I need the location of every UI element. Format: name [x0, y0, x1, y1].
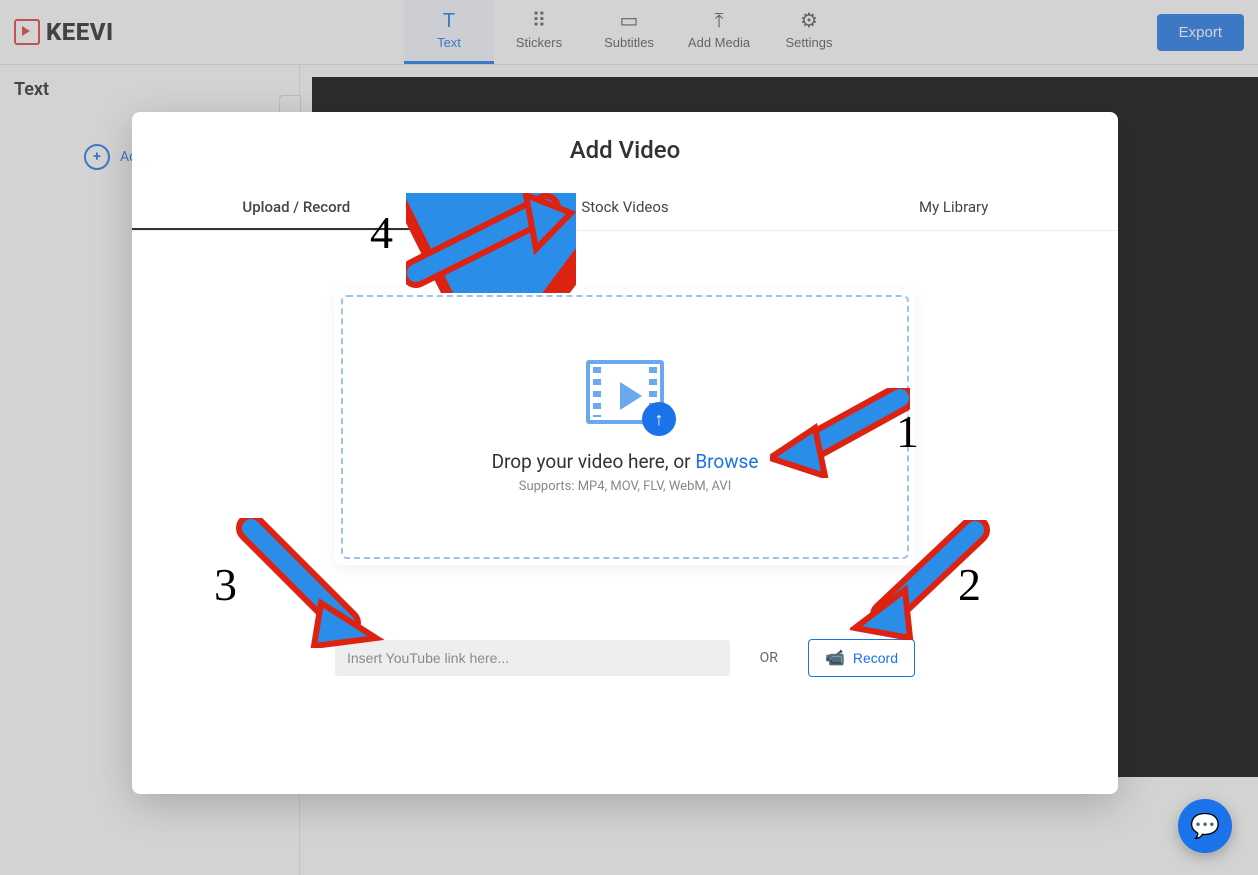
tab-my-library[interactable]: My Library	[789, 188, 1118, 230]
bottom-row: OR 📹 Record	[335, 639, 915, 677]
chat-fab[interactable]: 💬	[1178, 799, 1232, 853]
arrow-icon	[770, 388, 910, 478]
modal-title: Add Video	[132, 136, 1118, 164]
camera-icon: 📹	[825, 648, 845, 668]
youtube-link-input[interactable]	[335, 640, 730, 676]
drop-text: Drop your video here, or Browse	[492, 450, 759, 473]
arrow-icon	[406, 193, 576, 293]
modal-tabs: Upload / Record Stock Videos My Library	[132, 188, 1118, 231]
record-button[interactable]: 📹 Record	[808, 639, 915, 677]
or-label: OR	[760, 650, 778, 666]
arrow-icon	[236, 518, 386, 648]
record-label: Record	[853, 650, 898, 666]
supports-text: Supports: MP4, MOV, FLV, WebM, AVI	[519, 479, 732, 494]
arrow-icon	[850, 520, 990, 640]
upload-arrow-icon: ↑	[642, 402, 676, 436]
drop-prefix: Drop your video here, or	[492, 450, 696, 473]
browse-link[interactable]: Browse	[695, 450, 758, 473]
video-upload-icon: ↑	[586, 360, 664, 424]
chat-icon: 💬	[1190, 812, 1220, 840]
add-video-modal: Add Video Upload / Record Stock Videos M…	[132, 112, 1118, 794]
